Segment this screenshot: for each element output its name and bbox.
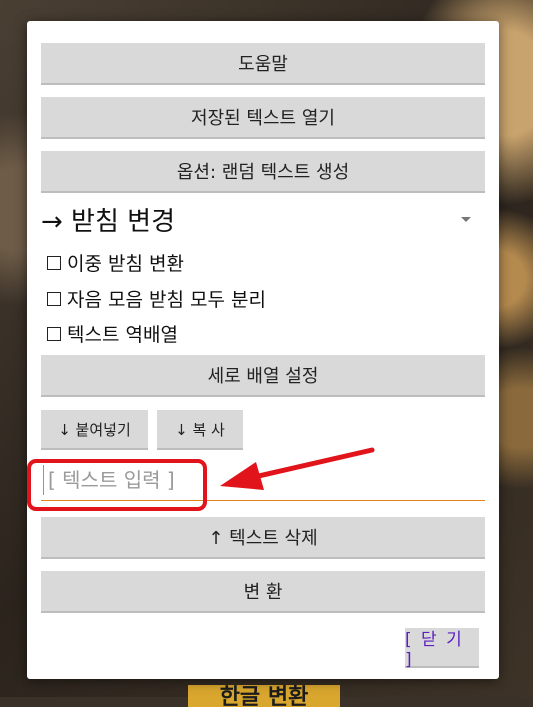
converter-panel: 도움말 저장된 텍스트 열기 옵션: 랜덤 텍스트 생성 → 받침 변경 이중 … bbox=[27, 21, 499, 679]
annotation-arrow-icon bbox=[220, 447, 375, 490]
mode-select-value: → 받침 변경 bbox=[41, 206, 175, 237]
checkbox-label: 텍스트 역배열 bbox=[67, 324, 178, 346]
mode-select[interactable]: → 받침 변경 bbox=[41, 199, 485, 239]
checkbox-separate-all[interactable]: 자음 모음 받침 모두 분리 bbox=[47, 285, 266, 312]
background-label: 한글 변환 bbox=[188, 685, 340, 707]
checkbox-box[interactable] bbox=[47, 255, 61, 270]
checkbox-label: 자음 모음 받침 모두 분리 bbox=[67, 289, 266, 311]
convert-button[interactable]: 변 환 bbox=[41, 571, 485, 613]
checkbox-box[interactable] bbox=[47, 326, 61, 341]
close-button[interactable]: [ 닫 기 ] bbox=[405, 628, 479, 670]
vertical-layout-button[interactable]: 세로 배열 설정 bbox=[41, 355, 485, 397]
delete-text-button[interactable]: ↑ 텍스트 삭제 bbox=[41, 517, 485, 559]
checkbox-reverse-text[interactable]: 텍스트 역배열 bbox=[47, 320, 178, 347]
annotation-highlight-box bbox=[27, 459, 207, 511]
chevron-down-icon bbox=[461, 216, 471, 222]
checkbox-double-batchim[interactable]: 이중 받침 변환 bbox=[47, 249, 184, 276]
checkbox-box[interactable] bbox=[47, 291, 61, 306]
paste-button[interactable]: ↓ 붙여넣기 bbox=[41, 410, 148, 450]
help-button[interactable]: 도움말 bbox=[41, 43, 485, 85]
checkbox-label: 이중 받침 변환 bbox=[67, 253, 184, 275]
random-text-option-button[interactable]: 옵션: 랜덤 텍스트 생성 bbox=[41, 151, 485, 193]
open-saved-text-button[interactable]: 저장된 텍스트 열기 bbox=[41, 97, 485, 139]
